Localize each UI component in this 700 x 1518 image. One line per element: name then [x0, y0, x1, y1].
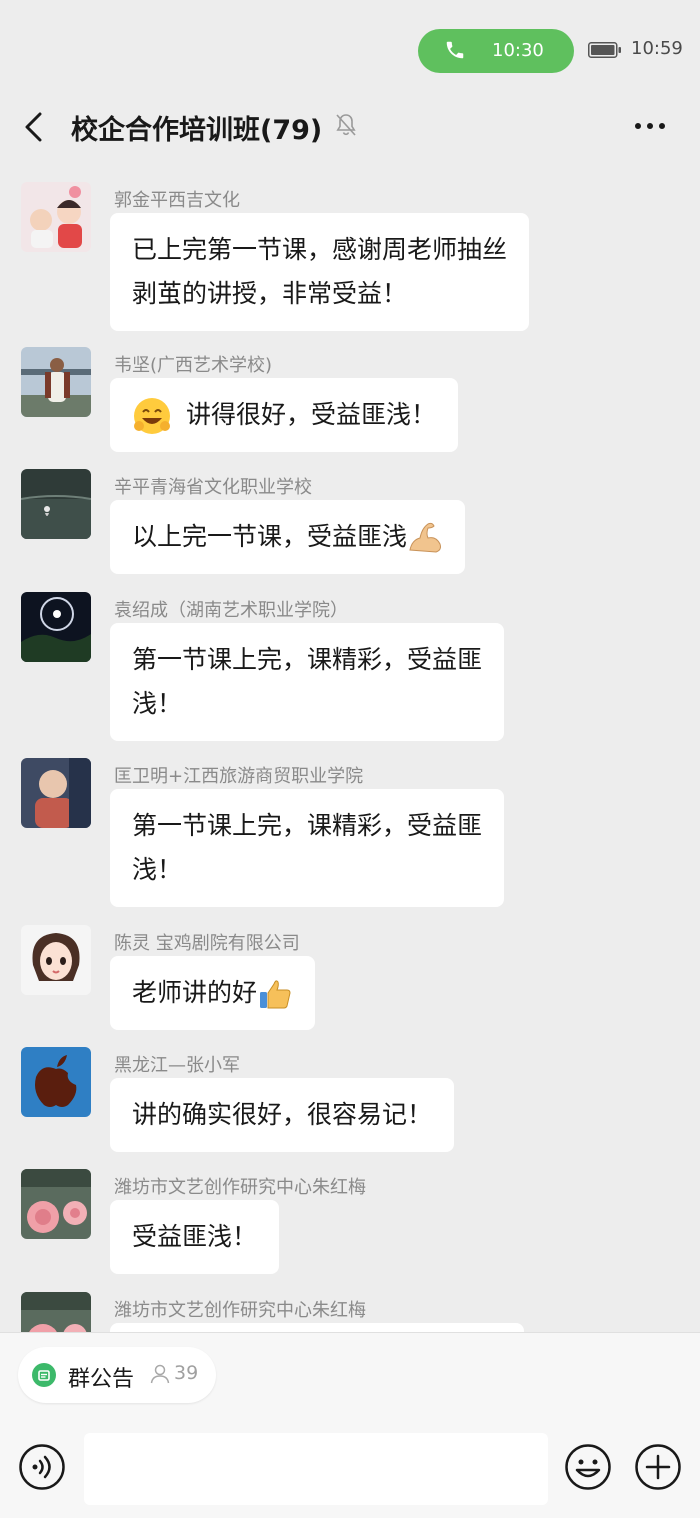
- message-bubble[interactable]: 以上完一节课，受益匪浅: [110, 500, 466, 574]
- sender-name: 潍坊市文艺创作研究中心朱红梅: [114, 1177, 366, 1198]
- thumbs-up-emoji-icon: [260, 980, 291, 1009]
- chat-header: 校企合作培训班(79): [0, 100, 700, 158]
- message-list[interactable]: 郭金平西吉文化 已上完第一节课，感谢周老师抽丝 剥茧的讲授，非常受益！ 韦坚(广…: [0, 170, 700, 1332]
- battery-icon: [588, 42, 621, 58]
- status-bar: 10:30 10:59: [0, 0, 700, 100]
- message-bubble[interactable]: 第一节课上完，课精彩，受益匪 浅！: [110, 623, 505, 741]
- people-count: 39: [174, 1362, 199, 1384]
- avatar[interactable]: [21, 592, 91, 662]
- sender-name: 辛平青海省文化职业学校: [114, 477, 312, 498]
- message-bubble[interactable]: 讲的确实很好，很容易记！: [110, 1078, 455, 1152]
- sender-name: 陈灵 宝鸡剧院有限公司: [114, 933, 300, 954]
- voice-input-icon[interactable]: [18, 1443, 66, 1491]
- avatar[interactable]: [21, 1292, 91, 1332]
- status-clock: 10:59: [631, 38, 683, 59]
- message-input[interactable]: [84, 1433, 548, 1505]
- avatar[interactable]: [21, 758, 91, 828]
- message-bubble[interactable]: 第一节课上完，课精彩，受益匪 浅！: [110, 789, 505, 907]
- message-bubble[interactable]: 讲得很好，受益匪浅！: [110, 378, 459, 452]
- sender-name: 黑龙江—张小军: [114, 1055, 240, 1076]
- sender-name: 匡卫明+江西旅游商贸职业学院: [114, 766, 364, 787]
- more-options-icon[interactable]: [630, 112, 670, 140]
- sender-name: 郭金平西吉文化: [114, 190, 240, 211]
- chat-title: 校企合作培训班(79): [71, 115, 323, 146]
- message-bubble[interactable]: 已上完第一节课，感谢周老师抽丝 剥茧的讲授，非常受益！: [110, 213, 530, 331]
- message-text: 老师讲的好: [132, 978, 258, 1007]
- back-arrow-icon[interactable]: [20, 110, 48, 144]
- group-notice-chip[interactable]: 群公告 39: [18, 1347, 216, 1403]
- sender-name: 袁绍成（湖南艺术职业学院）: [114, 600, 348, 621]
- avatar[interactable]: [21, 347, 91, 417]
- call-timer: 10:30: [492, 40, 544, 61]
- smile-emoji-icon: [134, 398, 170, 434]
- avatar[interactable]: [21, 469, 91, 539]
- phone-icon: [446, 41, 464, 59]
- avatar[interactable]: [21, 925, 91, 995]
- person-icon: [150, 1364, 170, 1384]
- flexed-biceps-emoji-icon: [409, 522, 442, 553]
- input-bar: 群公告 39: [0, 1332, 700, 1518]
- avatar[interactable]: [21, 1047, 91, 1117]
- add-more-icon[interactable]: [634, 1443, 682, 1491]
- notice-icon: [32, 1363, 56, 1387]
- muted-bell-icon: [336, 114, 356, 136]
- message-text: 讲得很好，受益匪浅！: [186, 400, 437, 429]
- message-bubble[interactable]: 老师讲的好: [110, 956, 316, 1030]
- group-notice-label: 群公告: [68, 1367, 135, 1392]
- avatar[interactable]: [21, 182, 91, 252]
- sender-name: 潍坊市文艺创作研究中心朱红梅: [114, 1300, 366, 1321]
- sender-name: 韦坚(广西艺术学校): [114, 355, 273, 376]
- avatar[interactable]: [21, 1169, 91, 1239]
- emoji-button-icon[interactable]: [564, 1443, 612, 1491]
- message-text: 以上完一节课，受益匪浅: [132, 522, 408, 551]
- ongoing-call-pill[interactable]: 10:30: [418, 29, 574, 73]
- message-bubble[interactable]: [110, 1323, 524, 1332]
- message-bubble[interactable]: 受益匪浅！: [110, 1200, 280, 1274]
